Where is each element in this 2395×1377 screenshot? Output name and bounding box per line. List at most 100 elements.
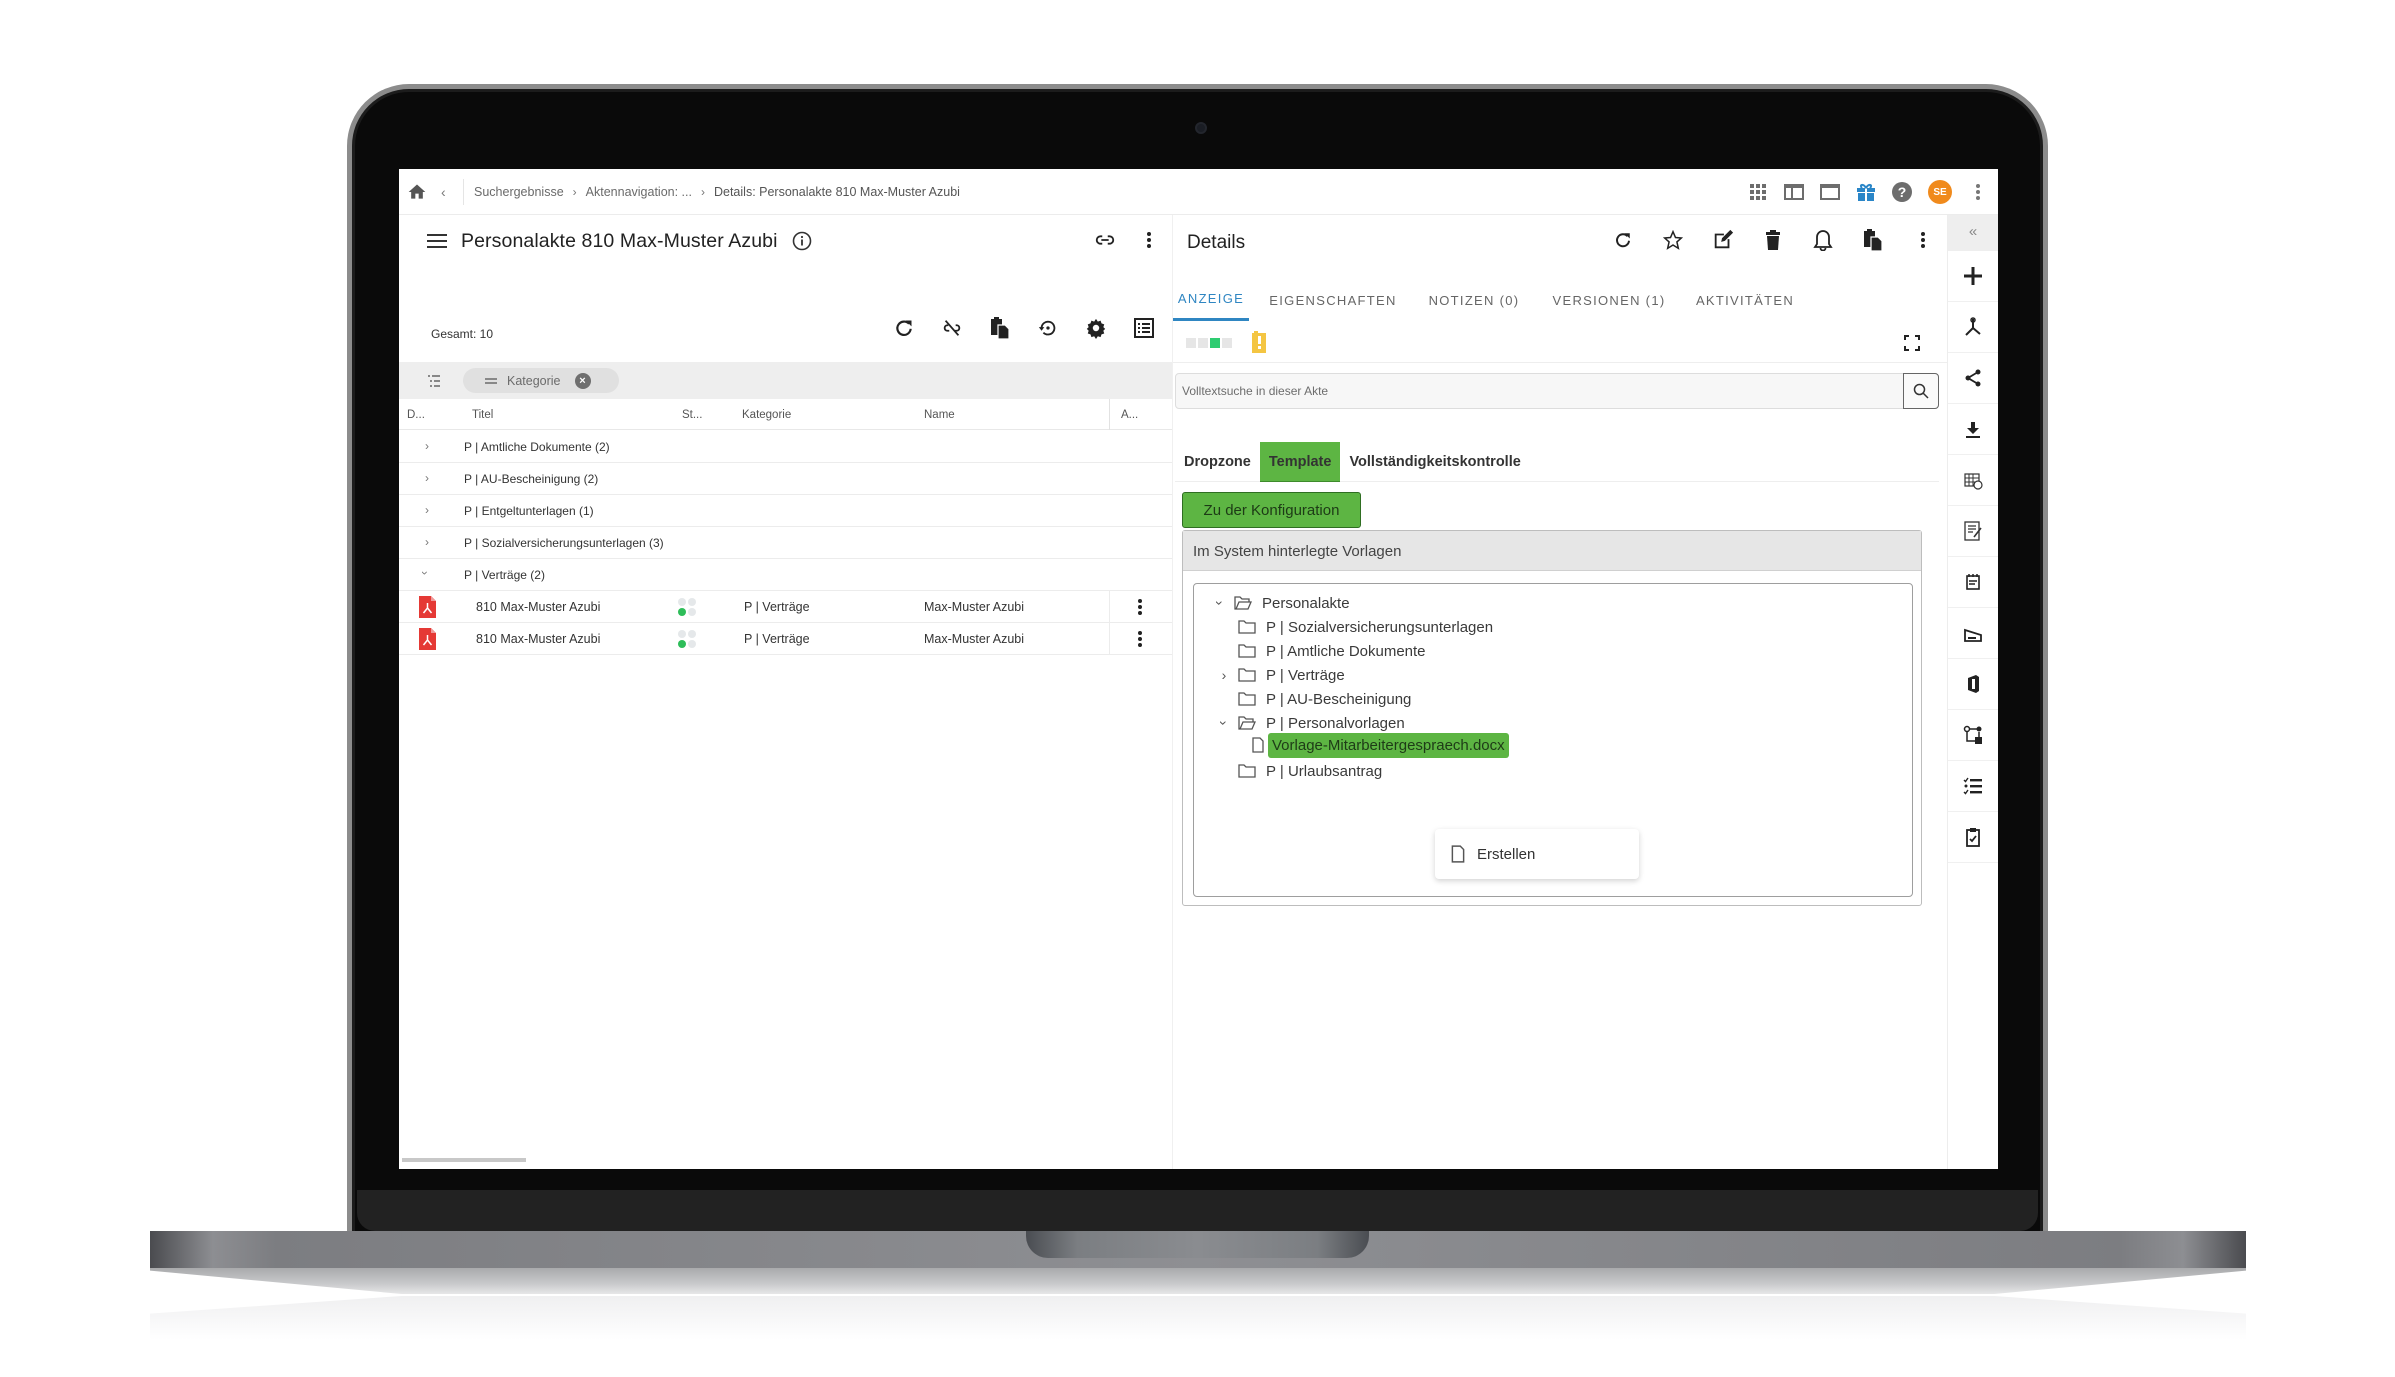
menu-icon[interactable]	[427, 233, 447, 249]
user-avatar[interactable]: SE	[1928, 180, 1952, 204]
edit-icon[interactable]	[1711, 228, 1735, 252]
document-title[interactable]: 810 Max-Muster Azubi	[476, 632, 600, 646]
calendar-note-button[interactable]	[1948, 557, 1998, 608]
paste-icon[interactable]	[988, 316, 1012, 340]
tab-notizen[interactable]: NOTIZEN (0)	[1419, 279, 1529, 321]
column-header-name[interactable]: Name	[924, 409, 955, 421]
configuration-button[interactable]: Zu der Konfiguration	[1182, 492, 1361, 528]
apps-grid-icon[interactable]	[1748, 182, 1768, 202]
breadcrumb-item[interactable]: Aktennavigation: ...	[586, 185, 692, 199]
status-indicator	[678, 598, 700, 618]
tab-versionen[interactable]: VERSIONEN (1)	[1549, 279, 1669, 321]
info-icon[interactable]	[792, 231, 812, 251]
tree-node[interactable]: P | Urlaubsantrag	[1238, 758, 1382, 784]
document-category: P | Verträge	[744, 632, 810, 646]
more-vert-icon[interactable]	[1911, 228, 1935, 252]
remove-chip-icon[interactable]: ×	[574, 372, 591, 389]
tree-node-label: P | Urlaubsantrag	[1266, 762, 1383, 780]
download-button[interactable]	[1948, 404, 1998, 455]
delete-icon[interactable]	[1761, 228, 1785, 252]
bell-icon[interactable]	[1811, 228, 1835, 252]
tree-node-label: P | Personalvorlagen	[1266, 714, 1405, 732]
office-button[interactable]	[1948, 659, 1998, 710]
tree-node[interactable]: P | AU-Bescheinigung	[1238, 686, 1411, 712]
group-by-icon[interactable]	[425, 372, 443, 390]
column-resizer[interactable]	[1109, 399, 1110, 430]
subtab-completeness[interactable]: Vollständigkeitskontrolle	[1340, 442, 1529, 482]
gift-icon[interactable]	[1856, 182, 1876, 202]
share-button[interactable]	[1948, 353, 1998, 404]
link-icon[interactable]	[1094, 229, 1116, 251]
document-row[interactable]: 810 Max-Muster Azubi P | Verträge Max-Mu…	[399, 591, 1172, 623]
tree-node-root[interactable]: › Personalakte	[1212, 590, 1350, 616]
subtab-template[interactable]: Template	[1259, 442, 1341, 482]
settings-icon[interactable]	[1084, 316, 1108, 340]
chevron-right-icon[interactable]: ›	[425, 471, 429, 485]
tree-node[interactable]: P | Amtliche Dokumente	[1238, 638, 1426, 664]
tab-aktivitaeten[interactable]: AKTIVITÄTEN	[1685, 279, 1805, 321]
document-title[interactable]: 810 Max-Muster Azubi	[476, 600, 600, 614]
subtab-dropzone[interactable]: Dropzone	[1175, 442, 1260, 482]
home-icon[interactable]	[407, 182, 427, 202]
column-header-status[interactable]: St...	[682, 409, 702, 421]
document-row[interactable]: 810 Max-Muster Azubi P | Verträge Max-Mu…	[399, 623, 1172, 655]
drag-handle-icon[interactable]	[485, 377, 497, 384]
refresh-icon[interactable]	[1611, 228, 1635, 252]
column-header-title[interactable]: Titel	[472, 409, 493, 421]
details-title: Details	[1187, 232, 1246, 253]
more-vert-icon[interactable]	[1137, 629, 1143, 649]
fullscreen-icon[interactable]	[1904, 335, 1920, 351]
schedule-button[interactable]	[1948, 455, 1998, 506]
collapse-sidebar-button[interactable]: «	[1948, 215, 1998, 251]
signature-button[interactable]	[1948, 506, 1998, 557]
file-icon	[1451, 845, 1465, 863]
context-menu-create[interactable]: Erstellen	[1477, 846, 1535, 863]
group-row[interactable]: › P | Amtliche Dokumente (2)	[399, 431, 1172, 463]
chevron-down-icon[interactable]: ›	[1212, 595, 1228, 611]
binder-icon[interactable]	[1252, 331, 1266, 353]
single-view-icon[interactable]	[1820, 182, 1840, 202]
tree-node-file-selected[interactable]: Vorlage-Mitarbeitergespraech.docx	[1252, 732, 1509, 758]
add-button[interactable]	[1948, 251, 1998, 302]
chevron-down-icon[interactable]: ›	[1216, 715, 1232, 731]
help-icon[interactable]: ?	[1892, 182, 1912, 202]
paste-icon[interactable]	[1861, 228, 1885, 252]
chevron-right-icon[interactable]: ›	[425, 503, 429, 517]
restore-icon[interactable]	[1036, 316, 1060, 340]
checklist-button[interactable]	[1948, 761, 1998, 812]
column-header-category[interactable]: Kategorie	[742, 409, 791, 421]
unlink-icon[interactable]	[940, 316, 964, 340]
split-view-icon[interactable]	[1784, 182, 1804, 202]
more-vert-icon[interactable]	[1968, 182, 1988, 202]
group-chip-kategorie[interactable]: Kategorie ×	[463, 368, 619, 393]
tab-eigenschaften[interactable]: EIGENSCHAFTEN	[1257, 279, 1409, 321]
group-row[interactable]: › P | Entgeltunterlagen (1)	[399, 495, 1172, 527]
group-row[interactable]: › P | Verträge (2)	[399, 559, 1172, 591]
breadcrumb-item[interactable]: Suchergebnisse	[474, 185, 564, 199]
fulltext-search-input[interactable]	[1182, 374, 1882, 408]
column-header-doc[interactable]: D...	[407, 409, 425, 421]
pdf-button[interactable]	[1948, 302, 1998, 353]
tab-anzeige[interactable]: ANZEIGE	[1173, 279, 1249, 321]
details-toolbar	[1611, 228, 1935, 252]
chevron-right-icon[interactable]: ›	[425, 535, 429, 549]
chevron-right-icon[interactable]: ›	[1216, 667, 1232, 683]
chevron-down-icon[interactable]: ›	[418, 571, 432, 575]
refresh-icon[interactable]	[892, 316, 916, 340]
more-vert-icon[interactable]	[1146, 229, 1152, 251]
scanner-button[interactable]	[1948, 608, 1998, 659]
more-vert-icon[interactable]	[1137, 597, 1143, 617]
workflow-button[interactable]	[1948, 710, 1998, 761]
chevron-left-icon[interactable]: ‹	[441, 184, 455, 200]
group-row[interactable]: › P | Sozialversicherungsunterlagen (3)	[399, 527, 1172, 559]
horizontal-scrollbar[interactable]	[402, 1158, 526, 1162]
column-header-actions[interactable]: A...	[1121, 409, 1138, 421]
star-icon[interactable]	[1661, 228, 1685, 252]
tree-node[interactable]: › P | Verträge	[1216, 662, 1345, 688]
group-row[interactable]: › P | AU-Bescheinigung (2)	[399, 463, 1172, 495]
clipboard-check-button[interactable]	[1948, 812, 1998, 863]
column-list-icon[interactable]	[1132, 316, 1156, 340]
chevron-right-icon[interactable]: ›	[425, 439, 429, 453]
search-button[interactable]	[1903, 373, 1939, 409]
tree-node[interactable]: P | Sozialversicherungsunterlagen	[1238, 614, 1493, 640]
